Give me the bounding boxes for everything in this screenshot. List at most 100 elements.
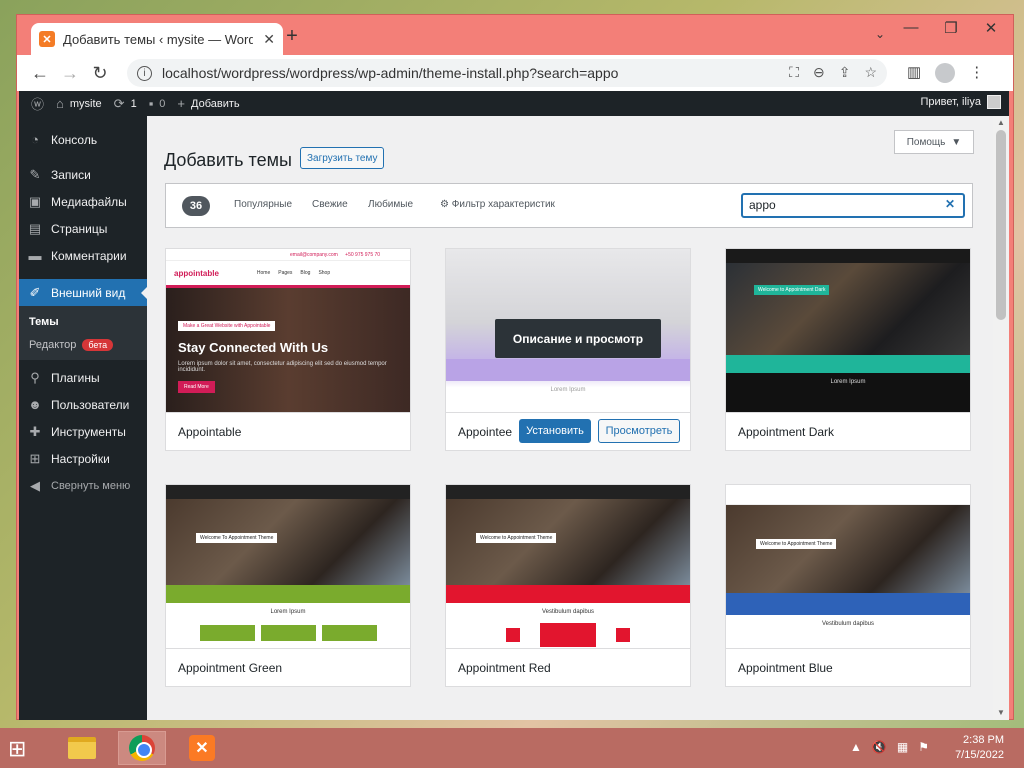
chrome-app[interactable] — [118, 731, 166, 765]
theme-card-appointment-dark[interactable]: Welcome to Appointment Dark Lorem Ipsum … — [725, 248, 971, 451]
updates-link[interactable]: ⟳ 1 — [114, 96, 137, 112]
add-new-link[interactable]: + Добавить — [177, 96, 239, 111]
submenu-themes[interactable]: Темы — [19, 310, 147, 333]
sidebar-item-media[interactable]: ▣ Медиафайлы — [19, 188, 147, 215]
theme-card-appointee[interactable]: Lorem Ipsum Описание и просмотр Appointe… — [445, 248, 691, 451]
address-bar[interactable]: i localhost/wordpress/wordpress/wp-admin… — [127, 59, 887, 87]
theme-card-appointment-green[interactable]: Welcome To Appointment Theme Lorem Ipsum… — [165, 484, 411, 687]
sidebar-item-users[interactable]: ☻ Пользователи — [19, 391, 147, 418]
sidebar-item-dashboard[interactable]: ◔ Консоль — [19, 126, 147, 153]
profile-avatar-icon[interactable] — [935, 63, 956, 83]
menu-kebab-icon[interactable]: ⋮ — [969, 63, 984, 83]
sidebar-item-appearance[interactable]: ✐ Внешний вид — [19, 279, 147, 306]
shot-heading: Stay Connected With Us — [178, 340, 329, 355]
wp-sidebar: ◔ Консоль ✎ Записи ▣ Медиафайлы ▤ Страницы ▬… — [19, 116, 147, 720]
page-title: Добавить темы — [164, 150, 292, 170]
sidebar-item-label: Консоль — [51, 132, 98, 147]
windows-start-icon[interactable]: ⊞ — [8, 736, 26, 762]
action-center-icon[interactable]: ⚑ — [918, 740, 929, 754]
sidebar-item-label: Страницы — [51, 221, 108, 236]
search-clear-icon[interactable]: ✕ — [945, 197, 955, 211]
wp-logo-icon[interactable]: ⓦ — [31, 94, 44, 113]
volume-muted-icon[interactable]: 🔇 — [872, 740, 887, 754]
browser-tab[interactable]: ✕ Добавить темы ‹ mysite — Word ✕ — [31, 23, 283, 55]
maximize-icon[interactable]: ❐ — [931, 19, 971, 37]
filter-popular[interactable]: Популярные — [234, 199, 292, 210]
bookmark-star-icon[interactable]: ☆ — [864, 64, 877, 81]
share-icon[interactable]: ⇪ — [839, 64, 851, 81]
theme-name: Appointment Red — [458, 661, 551, 675]
tab-close-icon[interactable]: ✕ — [263, 31, 275, 48]
file-explorer-app[interactable] — [58, 731, 106, 765]
sidebar-item-label: Внешний вид — [51, 285, 126, 300]
page-scrollbar[interactable]: ▲ ▼ — [993, 116, 1009, 720]
shot-welcome: Welcome to Appointment Theme — [476, 533, 557, 543]
plus-icon: + — [177, 96, 186, 111]
sidebar-item-tools[interactable]: ✚ Инструменты — [19, 418, 147, 445]
sidebar-item-settings[interactable]: ⊞ Настройки — [19, 445, 147, 472]
feature-filter-button[interactable]: ⚙ Фильтр характеристик — [440, 199, 555, 210]
xampp-app[interactable]: ✕ — [178, 731, 226, 765]
new-tab-button[interactable]: + — [279, 25, 305, 48]
forward-icon[interactable]: → — [55, 63, 85, 84]
sidebar-item-comments[interactable]: ▬ Комментарии — [19, 242, 147, 269]
side-panel-icon[interactable]: ▥ — [907, 63, 921, 83]
filter-latest[interactable]: Свежие — [312, 199, 348, 210]
tab-search-chevron-icon[interactable]: ⌄ — [875, 27, 885, 41]
sidebar-item-label: Настройки — [51, 451, 110, 466]
theme-card-appointable[interactable]: email@company.com +50 975 975 70 appoint… — [165, 248, 411, 451]
sidebar-item-plugins[interactable]: ⚲ Плагины — [19, 364, 147, 391]
theme-card-appointment-blue[interactable]: Welcome to Appointment Theme Vestibulum … — [725, 484, 971, 687]
tray-chevron-icon[interactable]: ▲ — [850, 740, 862, 754]
reload-icon[interactable]: ↻ — [85, 63, 115, 84]
sidebar-item-label: Плагины — [51, 370, 100, 385]
shot-nav-item: Blog — [300, 270, 311, 276]
scroll-thumb[interactable] — [996, 130, 1006, 320]
shot-logo: appointable — [174, 268, 219, 278]
my-account-link[interactable]: Привет, iliya — [920, 95, 1001, 109]
user-avatar — [987, 95, 1001, 109]
translate-icon[interactable]: ⛶ — [789, 64, 799, 81]
site-info-icon[interactable]: i — [137, 65, 152, 81]
shot-nav-item: Pages — [278, 270, 293, 276]
shot-welcome: Welcome To Appointment Theme — [196, 533, 278, 543]
shot-nav-item: Shop — [318, 270, 331, 276]
tab-title: Добавить темы ‹ mysite — Word — [63, 31, 253, 47]
taskbar-clock[interactable]: 2:38 PM 7/15/2022 — [950, 733, 1004, 763]
details-preview-overlay[interactable]: Описание и просмотр — [495, 319, 661, 358]
filter-favorites[interactable]: Любимые — [368, 199, 413, 210]
theme-screenshot: Lorem Ipsum Описание и просмотр — [446, 249, 690, 412]
sidebar-item-pages[interactable]: ▤ Страницы — [19, 215, 147, 242]
theme-screenshot: Welcome to Appointment Theme Vestibulum … — [446, 485, 690, 648]
wp-admin-bar: ⓦ ⌂ mysite ⟳ 1 ▪ 0 + Добавить Привет, iliya — [19, 91, 1009, 116]
pin-icon: ✎ — [29, 166, 41, 182]
scroll-up-icon[interactable]: ▲ — [997, 118, 1005, 127]
minimize-icon[interactable]: — — [891, 19, 931, 36]
install-button[interactable]: Установить — [519, 419, 591, 443]
shot-welcome: Welcome to Appointment Dark — [754, 285, 830, 295]
site-name-link[interactable]: ⌂ mysite — [56, 96, 102, 111]
submenu-editor[interactable]: Редактор бета — [19, 333, 147, 356]
shot-email: email@company.com — [290, 252, 338, 258]
appearance-icon: ✐ — [29, 284, 41, 300]
theme-search-input[interactable]: appo ✕ — [741, 193, 965, 218]
preview-button[interactable]: Просмотреть — [598, 419, 680, 443]
sidebar-item-label: Медиафайлы — [51, 194, 127, 209]
collapse-menu-button[interactable]: ◀ Свернуть меню — [19, 472, 147, 499]
sidebar-item-label: Пользователи — [51, 397, 130, 412]
upload-theme-button[interactable]: Загрузить тему — [300, 147, 385, 169]
theme-card-appointment-red[interactable]: Welcome to Appointment Theme Vestibulum … — [445, 484, 691, 687]
settings-icon: ⊞ — [29, 450, 41, 466]
theme-name: Appointment Dark — [738, 425, 835, 439]
window-close-icon[interactable]: ✕ — [971, 19, 1011, 37]
sidebar-item-posts[interactable]: ✎ Записи — [19, 161, 147, 188]
scroll-down-icon[interactable]: ▼ — [997, 708, 1005, 717]
shot-lorem: Vestibulum dapibus — [821, 621, 875, 627]
zoom-icon[interactable]: ⊖ — [813, 64, 825, 81]
theme-name: Appointment Blue — [738, 661, 833, 675]
network-icon[interactable]: ▦ — [897, 740, 908, 754]
comments-link[interactable]: ▪ 0 — [149, 96, 166, 111]
back-icon[interactable]: ← — [25, 63, 55, 84]
theme-name: Appointment Green — [178, 661, 283, 675]
help-tab-button[interactable]: Помощь ▼ — [894, 130, 974, 154]
